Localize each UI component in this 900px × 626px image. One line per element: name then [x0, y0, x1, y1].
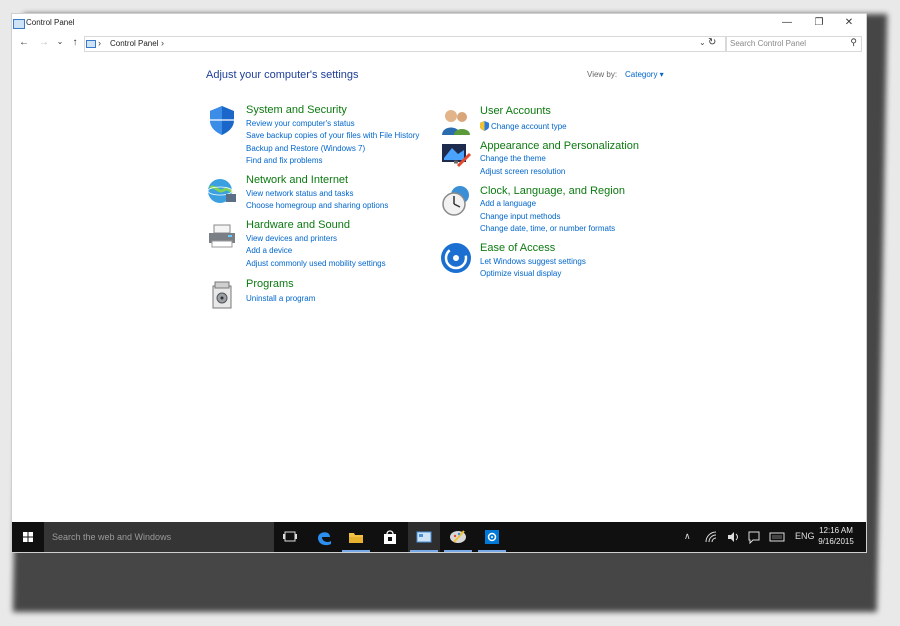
task-view-icon[interactable]: [274, 522, 306, 552]
globe-network-icon[interactable]: [206, 174, 238, 206]
running-indicator: [342, 550, 370, 552]
taskbar-search-box[interactable]: Search the web and Windows: [44, 522, 274, 552]
control-panel-icon: [13, 19, 25, 29]
clock-date: 9/16/2015: [818, 537, 854, 546]
link-file-history[interactable]: Save backup copies of your files with Fi…: [246, 131, 419, 140]
link-screen-resolution[interactable]: Adjust screen resolution: [480, 167, 565, 176]
file-explorer-taskbar-item[interactable]: [340, 522, 372, 552]
monitor-paint-icon[interactable]: [440, 140, 472, 172]
category-title[interactable]: Ease of Access: [480, 242, 555, 254]
link-suggest-settings[interactable]: Let Windows suggest settings: [480, 257, 586, 266]
link-backup-restore[interactable]: Backup and Restore (Windows 7): [246, 144, 365, 153]
action-center-icon[interactable]: [747, 530, 761, 544]
category-title[interactable]: Network and Internet: [246, 174, 348, 186]
view-by-label: View by:: [587, 70, 618, 79]
category-ease-of-access: Ease of Access Let Windows suggest setti…: [440, 242, 680, 278]
link-input-methods[interactable]: Change input methods: [480, 212, 561, 221]
category-title[interactable]: System and Security: [246, 104, 347, 116]
forward-button[interactable]: →: [38, 37, 50, 48]
view-by-dropdown[interactable]: Category ▾: [625, 70, 664, 79]
category-title[interactable]: Hardware and Sound: [246, 219, 350, 231]
running-indicator: [478, 550, 506, 552]
category-clock-language-region: Clock, Language, and Region Add a langua…: [440, 185, 680, 237]
file-explorer-icon: [349, 533, 363, 543]
title-bar: Control Panel — ❐ ✕: [12, 14, 866, 34]
category-title[interactable]: Clock, Language, and Region: [480, 185, 625, 197]
link-mobility-settings[interactable]: Adjust commonly used mobility settings: [246, 259, 386, 268]
taskbar-search-placeholder: Search the web and Windows: [52, 532, 172, 542]
close-button[interactable]: ✕: [834, 14, 864, 32]
edge-browser-icon[interactable]: [308, 522, 340, 552]
link-change-account-type[interactable]: Change account type: [491, 122, 567, 131]
category-title[interactable]: User Accounts: [480, 105, 551, 117]
back-button[interactable]: ←: [18, 37, 30, 48]
gear-icon: [485, 530, 499, 544]
category-title[interactable]: Appearance and Personalization: [480, 140, 639, 152]
clock-time: 12:16 AM: [819, 526, 853, 535]
link-optimize-display[interactable]: Optimize visual display: [480, 269, 561, 278]
category-network-and-internet: Network and Internet View network status…: [206, 174, 446, 214]
recent-locations-button[interactable]: ⌄: [54, 37, 66, 46]
breadcrumb-separator[interactable]: ›: [161, 38, 164, 48]
breadcrumb-control-panel[interactable]: Control Panel: [110, 39, 158, 48]
address-bar[interactable]: › Control Panel › ⌄: [84, 36, 726, 52]
search-placeholder: Search Control Panel: [730, 39, 807, 48]
windows-start-icon[interactable]: [12, 522, 44, 552]
search-box[interactable]: Search Control Panel ⚲: [726, 36, 862, 52]
category-programs: Programs Uninstall a program: [206, 278, 446, 314]
link-devices-printers[interactable]: View devices and printers: [246, 234, 337, 243]
uac-shield-icon: [480, 121, 489, 131]
category-user-accounts: User Accounts Change account type: [440, 105, 680, 139]
users-icon[interactable]: [440, 105, 472, 137]
running-indicator: [444, 550, 472, 552]
paint-palette-icon: [450, 530, 466, 543]
ease-of-access-icon[interactable]: [440, 242, 472, 274]
restore-button[interactable]: ❐: [804, 14, 834, 32]
link-network-status[interactable]: View network status and tasks: [246, 189, 353, 198]
link-find-fix-problems[interactable]: Find and fix problems: [246, 156, 322, 165]
window-title: Control Panel: [26, 18, 75, 27]
refresh-button[interactable]: ↻: [708, 37, 716, 48]
link-add-language[interactable]: Add a language: [480, 199, 536, 208]
navigation-bar: ← → ⌄ ↑ › Control Panel › ⌄ ↻ Search Con…: [12, 34, 866, 54]
volume-icon[interactable]: [726, 530, 740, 544]
taskbar: Search the web and Windows ∧ ENG 12:16 A…: [12, 522, 866, 552]
show-hidden-icons-button[interactable]: ∧: [684, 531, 691, 542]
category-title[interactable]: Programs: [246, 278, 294, 290]
address-dropdown-button[interactable]: ⌄: [699, 38, 706, 47]
control-panel-taskbar-item[interactable]: [408, 522, 440, 552]
wifi-icon[interactable]: [704, 530, 718, 544]
control-panel-icon: [416, 531, 432, 543]
store-icon[interactable]: [374, 522, 406, 552]
settings-taskbar-item[interactable]: [476, 522, 508, 552]
breadcrumb-separator[interactable]: ›: [98, 38, 101, 48]
link-uninstall-program[interactable]: Uninstall a program: [246, 294, 315, 303]
control-panel-icon: [86, 40, 96, 48]
category-hardware-and-sound: Hardware and Sound View devices and prin…: [206, 219, 446, 269]
link-date-time-formats[interactable]: Change date, time, or number formats: [480, 224, 615, 233]
programs-icon[interactable]: [206, 278, 238, 310]
page-title: Adjust your computer's settings: [206, 69, 359, 81]
personalization-taskbar-item[interactable]: [442, 522, 474, 552]
taskbar-clock[interactable]: 12:16 AM 9/16/2015: [808, 525, 864, 547]
keyboard-icon[interactable]: [769, 530, 785, 544]
printer-icon[interactable]: [206, 219, 238, 251]
clock-globe-icon[interactable]: [440, 185, 472, 217]
link-review-status[interactable]: Review your computer's status: [246, 119, 355, 128]
running-indicator: [410, 550, 438, 552]
link-change-theme[interactable]: Change the theme: [480, 154, 546, 163]
minimize-button[interactable]: —: [772, 14, 802, 32]
up-button[interactable]: ↑: [69, 37, 81, 48]
control-panel-window: Control Panel — ❐ ✕ ← → ⌄ ↑ › Control Pa…: [12, 14, 866, 552]
category-appearance-and-personalization: Appearance and Personalization Change th…: [440, 140, 680, 180]
link-homegroup[interactable]: Choose homegroup and sharing options: [246, 201, 388, 210]
search-icon[interactable]: ⚲: [850, 37, 857, 48]
category-system-and-security: System and Security Review your computer…: [206, 104, 446, 165]
shield-icon[interactable]: [206, 104, 238, 136]
link-add-device[interactable]: Add a device: [246, 246, 292, 255]
